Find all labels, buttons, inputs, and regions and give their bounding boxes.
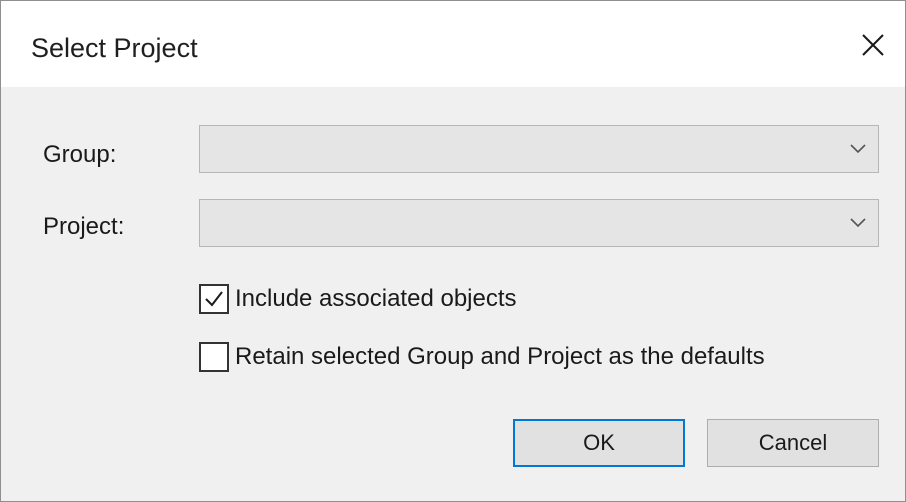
- checkmark-icon: [205, 291, 223, 307]
- chevron-down-icon: [850, 218, 866, 228]
- include-associated-label[interactable]: Include associated objects: [235, 285, 517, 313]
- retain-defaults-label[interactable]: Retain selected Group and Project as the…: [235, 343, 765, 371]
- include-associated-checkbox[interactable]: [199, 284, 229, 314]
- project-label: Project:: [43, 213, 125, 240]
- include-associated-option[interactable]: Include associated objects: [199, 284, 517, 314]
- cancel-button[interactable]: Cancel: [707, 419, 879, 467]
- chevron-down-icon: [850, 144, 866, 154]
- close-button[interactable]: [851, 23, 895, 67]
- select-project-dialog: Select Project Group: Project: Include a…: [0, 0, 906, 502]
- retain-defaults-checkbox[interactable]: [199, 342, 229, 372]
- title-bar: Select Project: [1, 1, 905, 87]
- close-icon: [862, 34, 884, 56]
- group-label: Group:: [43, 141, 117, 168]
- project-select[interactable]: [199, 199, 879, 247]
- dialog-title: Select Project: [31, 33, 198, 63]
- group-select[interactable]: [199, 125, 879, 173]
- ok-button[interactable]: OK: [513, 419, 685, 467]
- retain-defaults-option[interactable]: Retain selected Group and Project as the…: [199, 342, 765, 372]
